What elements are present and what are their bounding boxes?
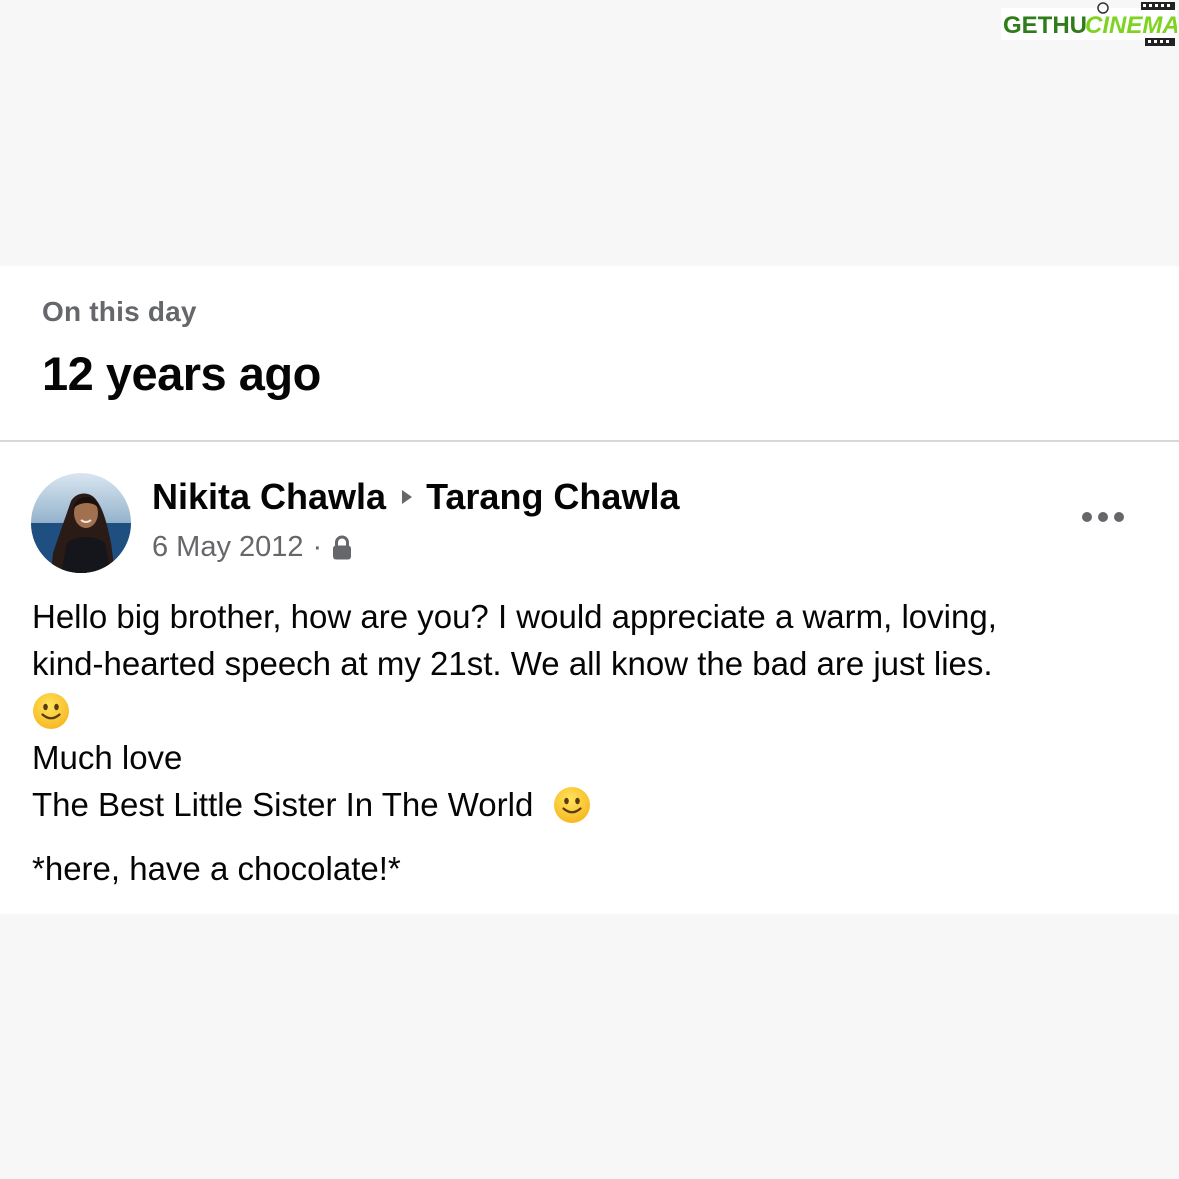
author-avatar[interactable] — [31, 473, 131, 573]
post-header-names: Nikita Chawla Tarang Chawla — [152, 476, 679, 518]
post-meta: 6 May 2012 · — [152, 531, 354, 564]
lock-icon[interactable] — [330, 533, 354, 563]
meta-separator: · — [312, 531, 323, 563]
post-date[interactable]: 6 May 2012 — [152, 531, 304, 564]
more-horizontal-icon — [1082, 512, 1124, 522]
more-options-button[interactable] — [1078, 502, 1128, 532]
memory-subtitle: On this day — [42, 296, 197, 327]
post-text-line: Hello big brother, how are you? I would … — [32, 598, 997, 635]
watermark-text-cinema: CINEMA — [1085, 12, 1177, 39]
triangle-right-icon — [402, 490, 413, 504]
slightly-smiling-face-icon — [553, 787, 590, 823]
memory-title: 12 years ago — [42, 347, 321, 400]
watermark-text-gethu: GETHU — [1003, 12, 1087, 39]
post-signature: The Best Little Sister In The World — [32, 786, 534, 823]
author-name[interactable]: Nikita Chawla — [152, 476, 386, 518]
post-body: Hello big brother, how are you? I would … — [32, 593, 1142, 892]
post-text-footer: *here, have a chocolate!* — [32, 850, 401, 887]
watermark-logo: GETHU CINEMA — [1001, 2, 1177, 46]
post-text-line: kind-hearted speech at my 21st. We all k… — [32, 645, 993, 682]
recipient-name[interactable]: Tarang Chawla — [426, 476, 679, 518]
emoji-line — [32, 687, 1142, 734]
slightly-smiling-face-icon — [33, 693, 69, 729]
post-signature-line: The Best Little Sister In The World — [32, 781, 1142, 828]
post-text-line: Much love — [32, 739, 183, 776]
bottom-background — [0, 914, 1179, 1179]
